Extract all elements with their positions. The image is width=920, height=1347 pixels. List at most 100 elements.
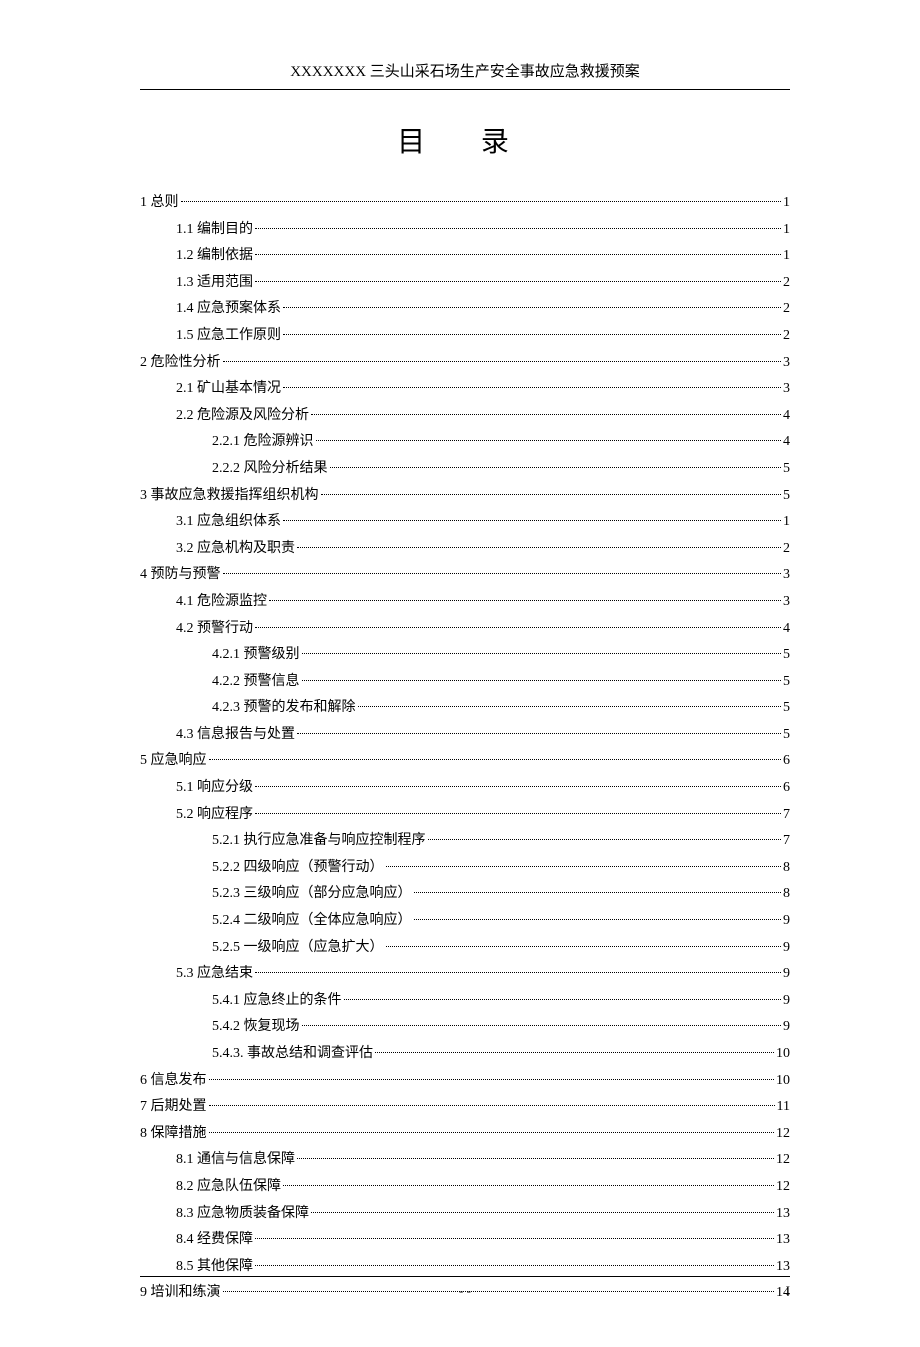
toc-leader-dots <box>297 733 781 734</box>
toc-page-number: 2 <box>783 536 790 563</box>
toc-leader-dots <box>223 573 782 574</box>
toc-page-number: 5 <box>783 456 790 483</box>
toc-entry: 5.4.1 应急终止的条件9 <box>140 988 790 1015</box>
toc-label: 5.4.1 应急终止的条件 <box>212 988 342 1015</box>
toc-label: 1.2 编制依据 <box>176 243 253 270</box>
toc-page-number: 4 <box>783 616 790 643</box>
toc-page-number: 5 <box>783 669 790 696</box>
toc-leader-dots <box>255 972 781 973</box>
toc-entry: 5.3 应急结束 9 <box>140 961 790 988</box>
toc-page-number: 10 <box>776 1068 790 1095</box>
toc-label: 4.2.3 预警的发布和解除 <box>212 695 356 722</box>
page-footer: - - I <box>140 1276 790 1299</box>
toc-leader-dots <box>375 1052 774 1053</box>
toc-leader-dots <box>283 520 781 521</box>
toc-entry: 2 危险性分析3 <box>140 350 790 377</box>
toc-leader-dots <box>311 1212 774 1213</box>
toc-page-number: 6 <box>783 775 790 802</box>
toc-page-number: 12 <box>776 1121 790 1148</box>
toc-entry: 2.2.2 风险分析结果5 <box>140 456 790 483</box>
toc-entry: 3.2 应急机构及职责 2 <box>140 536 790 563</box>
toc-page-number: 13 <box>776 1227 790 1254</box>
toc-leader-dots <box>302 680 782 681</box>
toc-entry: 2.1 矿山基本情况3 <box>140 376 790 403</box>
toc-label: 1.5 应急工作原则 <box>176 323 281 350</box>
toc-entry: 6 信息发布10 <box>140 1068 790 1095</box>
toc-label: 3.2 应急机构及职责 <box>176 536 295 563</box>
toc-leader-dots <box>302 653 782 654</box>
toc-leader-dots <box>255 281 781 282</box>
toc-page-number: 1 <box>783 190 790 217</box>
toc-label: 3.1 应急组织体系 <box>176 509 281 536</box>
toc-page-number: 1 <box>783 243 790 270</box>
toc-entry: 5.2 响应程序7 <box>140 802 790 829</box>
toc-label: 8.3 应急物质装备保障 <box>176 1201 309 1228</box>
toc-label: 5.4.2 恢复现场 <box>212 1014 300 1041</box>
toc-leader-dots <box>223 361 782 362</box>
toc-page-number: 5 <box>783 722 790 749</box>
toc-leader-dots <box>209 1132 775 1133</box>
toc-page-number: 10 <box>776 1041 790 1068</box>
toc-entry: 4.3 信息报告与处置 5 <box>140 722 790 749</box>
toc-entry: 4 预防与预警3 <box>140 562 790 589</box>
toc-page-number: 5 <box>783 483 790 510</box>
toc-entry: 5.4.3. 事故总结和调查评估10 <box>140 1041 790 1068</box>
toc-leader-dots <box>321 494 782 495</box>
toc-entry: 1.3 适用范围2 <box>140 270 790 297</box>
toc-entry: 8.4 经费保障13 <box>140 1227 790 1254</box>
toc-leader-dots <box>209 759 782 760</box>
toc-entry: 1.1 编制目的1 <box>140 217 790 244</box>
toc-label: 2.1 矿山基本情况 <box>176 376 281 403</box>
toc-page-number: 3 <box>783 562 790 589</box>
toc-page-number: 1 <box>783 217 790 244</box>
toc-label: 4.1 危险源监控 <box>176 589 267 616</box>
toc-leader-dots <box>297 547 781 548</box>
toc-page-number: 13 <box>776 1201 790 1228</box>
toc-entry: 8.2 应急队伍保障12 <box>140 1174 790 1201</box>
toc-page-number: 12 <box>776 1174 790 1201</box>
toc-entry: 4.2 预警行动4 <box>140 616 790 643</box>
toc-page-number: 8 <box>783 855 790 882</box>
toc-entry: 5.2.3 三级响应（部分应急响应）8 <box>140 881 790 908</box>
footer-page-number: I <box>786 1283 790 1299</box>
toc-label: 8.1 通信与信息保障 <box>176 1147 295 1174</box>
toc-page-number: 9 <box>783 1014 790 1041</box>
toc-page-number: 9 <box>783 908 790 935</box>
toc-label: 1 总则 <box>140 190 179 217</box>
toc-label: 5.1 响应分级 <box>176 775 253 802</box>
toc-label: 4.3 信息报告与处置 <box>176 722 295 749</box>
toc-label: 2.2.1 危险源辨识 <box>212 429 314 456</box>
toc-leader-dots <box>181 201 782 202</box>
toc-entry: 8.3 应急物质装备保障 13 <box>140 1201 790 1228</box>
toc-page-number: 2 <box>783 270 790 297</box>
toc-label: 5.3 应急结束 <box>176 961 253 988</box>
toc-entry: 8.1 通信与信息保障12 <box>140 1147 790 1174</box>
toc-leader-dots <box>386 866 782 867</box>
toc-page-number: 2 <box>783 323 790 350</box>
toc-page-number: 6 <box>783 748 790 775</box>
toc-entry: 3.1 应急组织体系1 <box>140 509 790 536</box>
toc-page-number: 9 <box>783 961 790 988</box>
toc-entry: 1.5 应急工作原则 2 <box>140 323 790 350</box>
toc-leader-dots <box>414 919 782 920</box>
toc-page-number: 11 <box>777 1094 790 1121</box>
toc-label: 1.4 应急预案体系 <box>176 296 281 323</box>
toc-entry: 1 总则 1 <box>140 190 790 217</box>
toc-page-number: 3 <box>783 589 790 616</box>
toc-entry: 3 事故应急救援指挥组织机构5 <box>140 483 790 510</box>
toc-label: 4.2.1 预警级别 <box>212 642 300 669</box>
toc-label: 2 危险性分析 <box>140 350 221 377</box>
toc-leader-dots <box>209 1105 775 1106</box>
toc-page-number: 7 <box>783 828 790 855</box>
toc-label: 8 保障措施 <box>140 1121 207 1148</box>
toc-leader-dots <box>358 706 782 707</box>
toc-entry: 5 应急响应 6 <box>140 748 790 775</box>
toc-label: 5.2 响应程序 <box>176 802 253 829</box>
toc-leader-dots <box>209 1079 775 1080</box>
toc-label: 5 应急响应 <box>140 748 207 775</box>
toc-entry: 5.2.1 执行应急准备与响应控制程序7 <box>140 828 790 855</box>
toc-label: 2.2 危险源及风险分析 <box>176 403 309 430</box>
toc-entry: 1.2 编制依据 1 <box>140 243 790 270</box>
toc-leader-dots <box>302 1025 782 1026</box>
toc-page-number: 8 <box>783 881 790 908</box>
